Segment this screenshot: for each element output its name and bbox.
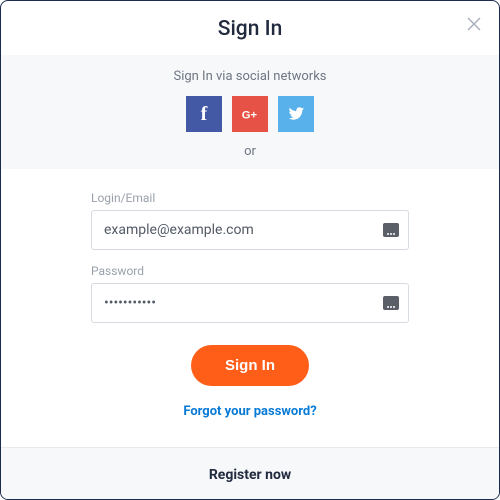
modal-footer: Register now [1, 447, 499, 499]
password-label: Password [91, 264, 409, 278]
form-section: Login/Email Password Sign In Forgot your… [1, 169, 499, 433]
twitter-button[interactable] [278, 96, 314, 132]
keypass-icon[interactable] [383, 296, 399, 310]
login-input[interactable] [91, 210, 409, 250]
modal-title: Sign In [1, 17, 499, 41]
twitter-icon [287, 105, 305, 123]
social-networks-text: Sign In via social networks [1, 69, 499, 84]
password-field: Password [91, 264, 409, 323]
login-field: Login/Email [91, 191, 409, 250]
modal-header: Sign In [1, 1, 499, 55]
social-section: Sign In via social networks f G+ or [1, 55, 499, 169]
login-label: Login/Email [91, 191, 409, 205]
form-actions: Sign In Forgot your password? [91, 345, 409, 419]
facebook-button[interactable]: f [186, 96, 222, 132]
register-link[interactable]: Register now [209, 467, 291, 483]
or-separator-text: or [1, 144, 499, 159]
google-plus-button[interactable]: G+ [232, 96, 268, 132]
close-icon[interactable] [465, 15, 483, 37]
signin-modal: Sign In Sign In via social networks f G+… [0, 0, 500, 500]
google-plus-icon: G+ [241, 105, 259, 123]
keypass-icon[interactable] [383, 223, 399, 237]
sign-in-button[interactable]: Sign In [191, 345, 309, 386]
social-buttons-row: f G+ [1, 96, 499, 132]
forgot-password-link[interactable]: Forgot your password? [183, 404, 316, 419]
password-input[interactable] [91, 283, 409, 323]
facebook-icon: f [201, 103, 208, 126]
svg-text:G+: G+ [242, 110, 258, 122]
